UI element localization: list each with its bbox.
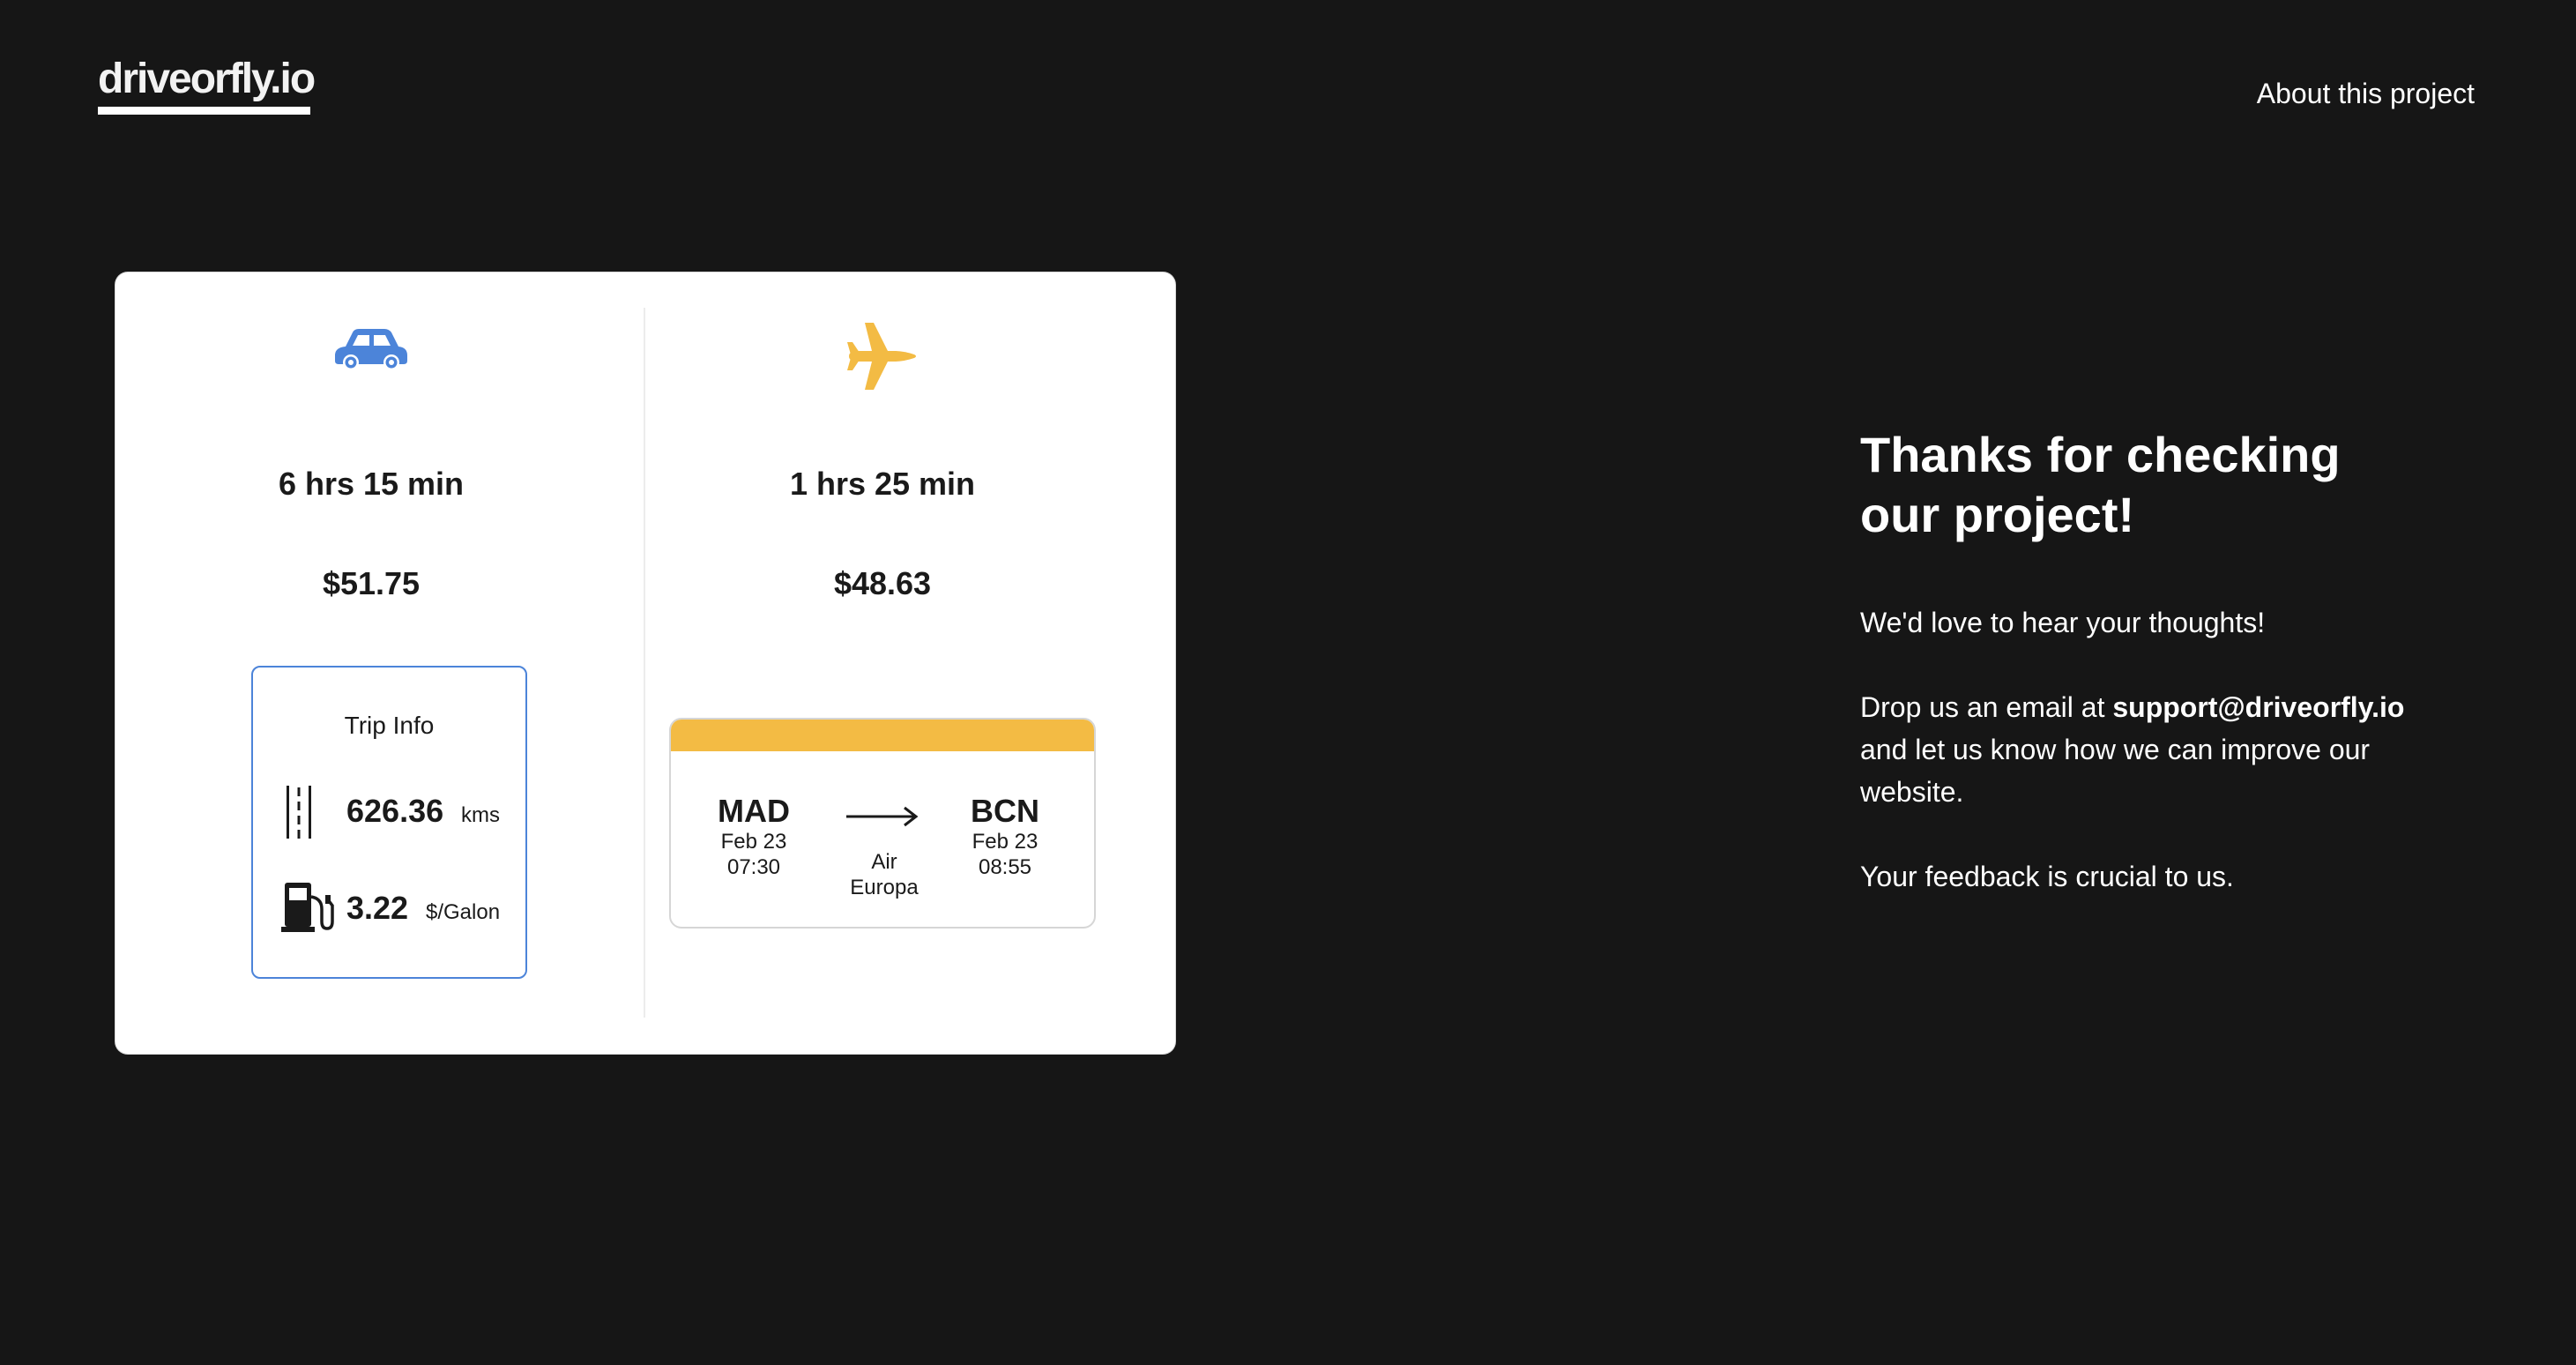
- fuel-price-unit: $/Galon: [426, 900, 501, 924]
- about-project-link[interactable]: About this project: [2257, 78, 2475, 110]
- thanks-line-3: Your feedback is crucial to us.: [1860, 861, 2234, 892]
- drive-duration: 6 hrs 15 min: [278, 466, 465, 502]
- site-header: driveorfly.io About this project: [0, 0, 2576, 141]
- logo-underline: [98, 107, 310, 115]
- fuel-price-row: 3.22 $/Galon: [253, 881, 525, 937]
- car-icon: [333, 327, 409, 376]
- arrival-time: 08:55: [978, 855, 1032, 879]
- drive-price: $51.75: [322, 565, 421, 601]
- support-email[interactable]: support@driveorfly.io: [2112, 691, 2404, 723]
- thanks-heading: Thanks for checking our project!: [1860, 427, 2341, 542]
- distance-row: 626.36 kms: [253, 784, 525, 840]
- arrow-right-icon: [845, 806, 919, 832]
- airline-line-2: Europa: [850, 876, 919, 899]
- comparison-card: 6 hrs 15 min $51.75 Trip Info 626.36 kms: [115, 272, 1175, 1054]
- fly-price: $48.63: [833, 565, 932, 601]
- flight-ticket: MAD Feb 23 07:30 Air Europa BCN Feb 23 0…: [669, 718, 1096, 929]
- fly-column: 1 hrs 25 min $48.63 MAD Feb 23 07:30 Air: [627, 272, 1138, 1054]
- airline-name: Air Europa: [823, 849, 946, 900]
- distance-value: 626.36: [346, 793, 444, 829]
- drive-column: 6 hrs 15 min $51.75 Trip Info 626.36 kms: [115, 272, 627, 1054]
- airline-line-1: Air: [871, 850, 897, 874]
- email-prefix: Drop us an email at: [1860, 691, 2113, 723]
- arrival-code: BCN: [971, 793, 1039, 829]
- departure-time: 07:30: [726, 855, 781, 879]
- email-suffix: and let us know how we can improve our w…: [1860, 734, 2371, 808]
- fly-duration: 1 hrs 25 min: [789, 466, 976, 502]
- distance-unit: kms: [461, 803, 500, 827]
- gas-pump-icon: [281, 881, 334, 938]
- ticket-body: MAD Feb 23 07:30 Air Europa BCN Feb 23 0…: [671, 751, 1094, 927]
- arrival-date: Feb 23: [972, 830, 1039, 854]
- thanks-section: Thanks for checking our project! We'd lo…: [1860, 425, 2433, 940]
- departure-airport: MAD Feb 23 07:30: [692, 794, 815, 880]
- departure-code: MAD: [718, 793, 790, 829]
- ticket-header-band: [671, 720, 1094, 751]
- thanks-line-2: Drop us an email at support@driveorfly.i…: [1860, 686, 2433, 813]
- site-logo[interactable]: driveorfly.io: [98, 55, 316, 104]
- thanks-line-1: We'd love to hear your thoughts!: [1860, 607, 2266, 638]
- road-icon: [281, 784, 316, 845]
- fuel-price-value: 3.22: [346, 890, 409, 926]
- trip-info-box: Trip Info 626.36 kms 3.22 $/Galon: [251, 666, 527, 979]
- airplane-icon: [845, 321, 919, 396]
- arrival-airport: BCN Feb 23 08:55: [943, 794, 1067, 880]
- trip-info-title: Trip Info: [344, 712, 435, 739]
- departure-date: Feb 23: [720, 830, 787, 854]
